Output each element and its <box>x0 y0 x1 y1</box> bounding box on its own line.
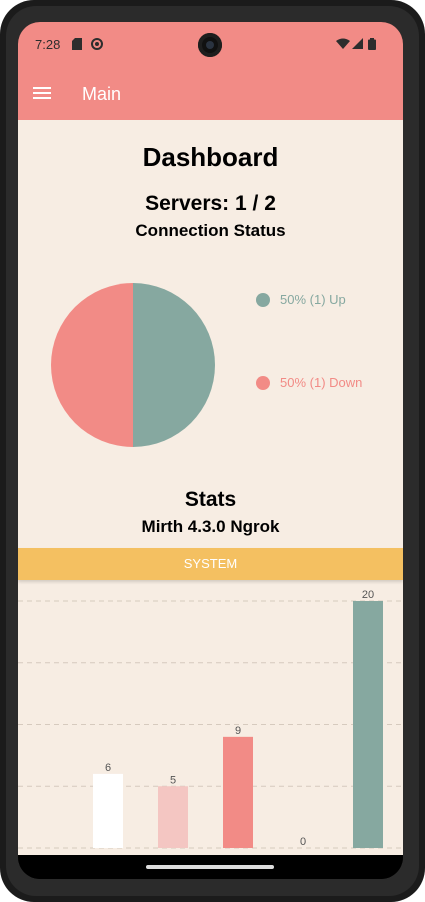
stats-title: Stats <box>184 488 237 511</box>
sd-card-icon <box>72 37 82 55</box>
bar-1[interactable] <box>158 786 188 848</box>
phone-frame: 7:28 Main Dashboard Servers: 1 / 2 Conne… <box>0 0 425 902</box>
legend-up-marker <box>256 293 270 307</box>
bar-2[interactable] <box>223 736 253 848</box>
app-notification-icon <box>91 37 103 55</box>
main-content: Dashboard Servers: 1 / 2 Connection Stat… <box>18 120 403 855</box>
pie-slice-up <box>133 283 215 447</box>
home-gesture-pill[interactable] <box>146 865 274 869</box>
pie-slice-down <box>51 283 133 447</box>
app-bar-title: Main <box>82 84 122 104</box>
signal-icon <box>352 37 363 55</box>
screen: 7:28 Main Dashboard Servers: 1 / 2 Conne… <box>18 22 403 879</box>
page-title: Dashboard <box>142 142 279 172</box>
server-name: Mirth 4.3.0 Ngrok <box>141 517 280 536</box>
bar-value-label: 9 <box>235 725 241 737</box>
wifi-icon <box>336 37 350 55</box>
servers-count: Servers: 1 / 2 <box>145 192 276 215</box>
bar-value-label: 20 <box>362 590 374 601</box>
bar-0[interactable] <box>93 773 123 848</box>
battery-icon <box>368 37 376 55</box>
bar-value-label: 6 <box>105 762 111 774</box>
bar-value-label: 0 <box>300 836 306 848</box>
legend-down-marker <box>256 376 270 390</box>
connection-status-title: Connection Status <box>135 221 286 240</box>
bar-value-label: 5 <box>170 774 176 786</box>
connection-pie-chart <box>51 283 215 447</box>
system-tab[interactable]: SYSTEM <box>18 548 403 580</box>
menu-icon[interactable] <box>31 84 53 104</box>
system-bar-chart: 6 5 9 0 20 <box>18 590 403 849</box>
bar-4[interactable] <box>353 601 383 848</box>
front-camera <box>198 33 222 57</box>
legend-down-label: 50% (1) Down <box>280 375 363 390</box>
navigation-bar <box>18 855 403 879</box>
status-bar: 7:28 <box>18 22 403 68</box>
legend-up-label: 50% (1) Up <box>280 292 346 307</box>
app-bar: Main <box>18 68 403 120</box>
status-time: 7:28 <box>35 37 61 52</box>
